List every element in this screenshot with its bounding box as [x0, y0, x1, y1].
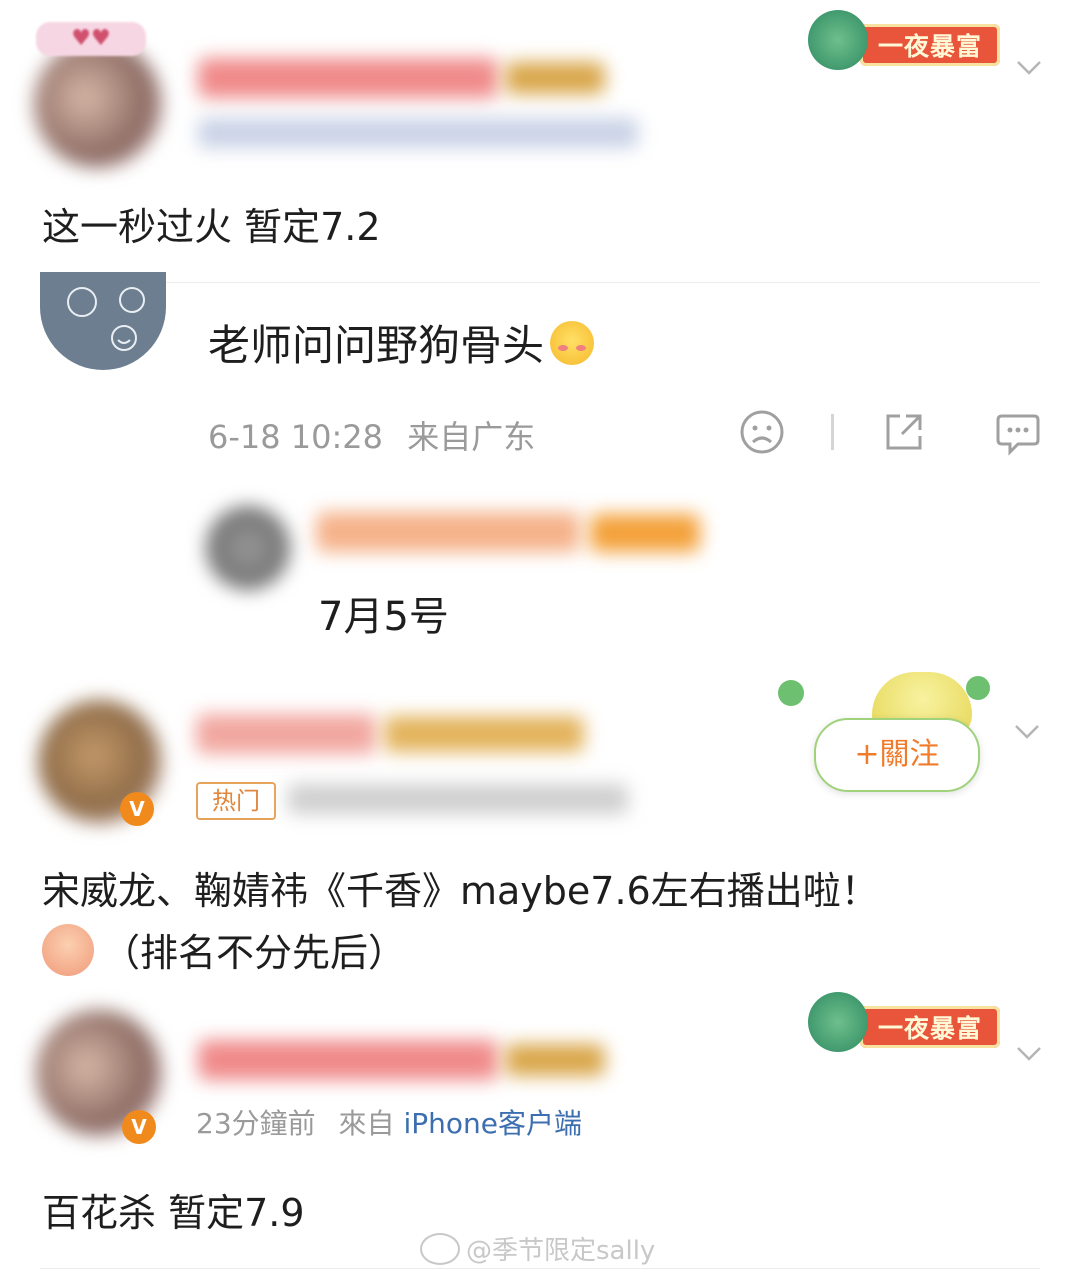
- comment-text-line1: 宋威龙、鞠婧祎《千香》maybe7.6左右播出啦！: [42, 869, 879, 913]
- follow-label: +關注: [854, 737, 940, 772]
- vip-badge-icon: V: [120, 792, 154, 826]
- source-app[interactable]: iPhone客户端: [403, 1107, 582, 1140]
- hot-tag-label: 热门: [212, 787, 260, 815]
- watermark-text: @季节限定sally: [466, 1236, 656, 1266]
- comment-text: 老师问问野狗骨头: [208, 321, 545, 370]
- dragon-icon: [808, 992, 868, 1052]
- avatar-frame-icon: ♥♥: [36, 22, 146, 56]
- comment-meta: 6-18 10:28 来自广东: [208, 412, 535, 458]
- watermark: @季节限定sally: [420, 1230, 655, 1267]
- vip-badge-icon: V: [122, 1110, 156, 1144]
- meta-line: [198, 118, 638, 148]
- timestamp: 6-18 10:28: [208, 418, 384, 456]
- comment-text: 这一秒过火 暂定7.2: [42, 205, 381, 249]
- clover-icon: [778, 680, 804, 706]
- reply-text: 7月5号: [318, 594, 449, 640]
- source-prefix: 來自: [338, 1107, 395, 1140]
- comment-line2: （排名不分先后）: [42, 922, 406, 977]
- reply-username[interactable]: [316, 512, 580, 552]
- meta-line: [288, 784, 628, 814]
- comment-meta: 23分鐘前 來自 iPhone客户端: [196, 1102, 582, 1142]
- chevron-down-icon[interactable]: [1016, 60, 1042, 76]
- dragon-icon: [808, 10, 868, 70]
- sad-face-icon[interactable]: [738, 408, 786, 456]
- chevron-down-icon[interactable]: [1016, 1046, 1042, 1062]
- hot-tag: 热门: [196, 782, 276, 820]
- divider: [40, 1268, 1040, 1269]
- avatar[interactable]: [40, 272, 166, 370]
- username[interactable]: [196, 714, 376, 754]
- medal-badge-label: 一夜暴富: [877, 32, 982, 61]
- weibo-logo-icon: [420, 1232, 460, 1265]
- medal-badge[interactable]: 一夜暴富: [860, 24, 1000, 66]
- user-badges: [505, 62, 605, 94]
- avatar[interactable]: [34, 40, 162, 168]
- divider: [40, 282, 1040, 283]
- location: 来自广东: [407, 418, 536, 456]
- medal-badge[interactable]: 一夜暴富: [860, 1006, 1000, 1048]
- blush-emoji-icon: [550, 320, 595, 365]
- timestamp: 23分鐘前: [196, 1107, 316, 1140]
- share-icon[interactable]: [880, 408, 928, 456]
- user-badges: [384, 716, 584, 752]
- divider-bar: [831, 414, 834, 450]
- comment-body: 老师问问野狗骨头: [208, 312, 595, 373]
- pleading-emoji-icon: [42, 923, 94, 976]
- follow-button[interactable]: +關注: [814, 718, 980, 792]
- comment-text-line2: （排名不分先后）: [102, 931, 407, 975]
- chevron-down-icon[interactable]: [1014, 724, 1040, 740]
- username[interactable]: [198, 58, 498, 98]
- reply-avatar[interactable]: [206, 506, 290, 590]
- medal-badge-label: 一夜暴富: [877, 1014, 982, 1043]
- comment-text: 百花杀 暂定7.9: [42, 1191, 305, 1235]
- reply-badges: [590, 514, 700, 552]
- user-badges: [505, 1044, 605, 1076]
- comment-bubble-icon[interactable]: [994, 408, 1042, 456]
- clover-icon: [966, 676, 990, 700]
- username[interactable]: [198, 1040, 498, 1080]
